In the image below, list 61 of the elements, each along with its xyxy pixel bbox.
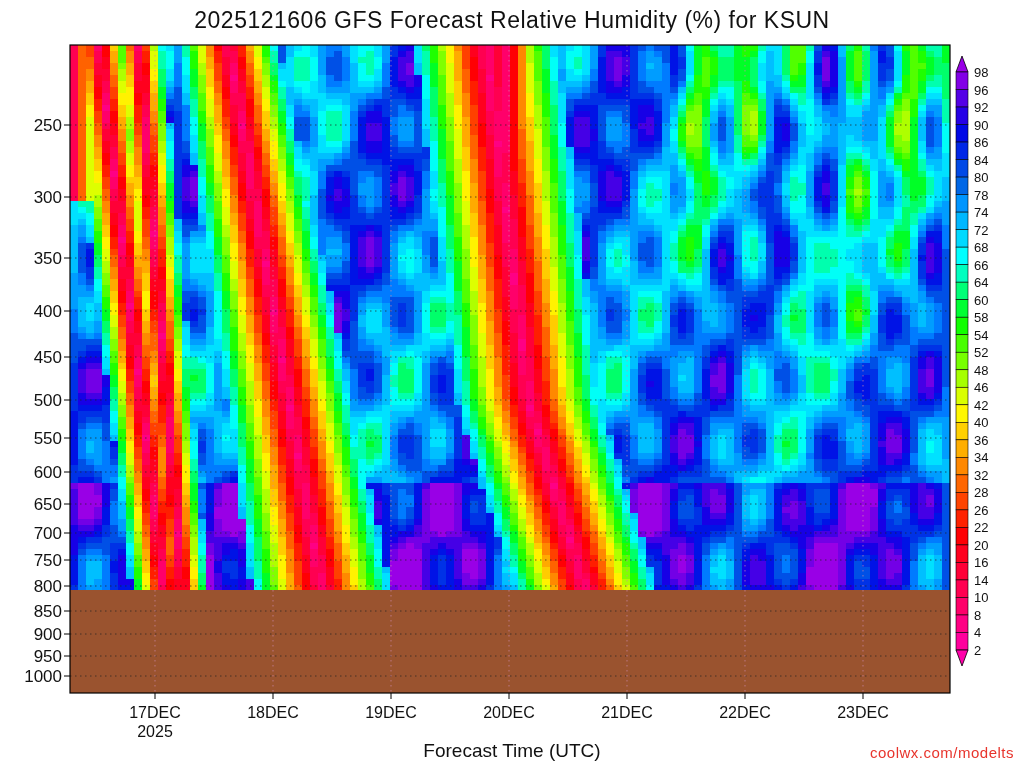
color-scale-label: 26 (974, 502, 989, 518)
color-scale-label: 84 (974, 152, 989, 168)
color-scale-label: 48 (974, 362, 989, 378)
color-scale-label: 90 (974, 117, 989, 133)
color-scale-label: 4 (974, 625, 982, 641)
color-scale-label: 60 (974, 292, 989, 308)
x-tick-label: 20DEC (483, 704, 535, 721)
x-axis-title: Forecast Time (UTC) (423, 740, 601, 761)
color-scale-label: 34 (974, 450, 989, 466)
y-tick-label: 750 (33, 551, 62, 570)
y-tick-label: 450 (33, 348, 62, 367)
color-scale-label: 42 (974, 397, 989, 413)
color-scale-label: 80 (974, 170, 989, 186)
x-tick-label: 21DEC (601, 704, 653, 721)
color-scale-label: 86 (974, 135, 989, 151)
color-scale-label: 98 (974, 65, 989, 80)
color-scale-label: 92 (974, 100, 989, 116)
y-tick-label: 600 (33, 463, 62, 482)
color-scale-label: 74 (974, 205, 989, 221)
color-scale-label: 40 (974, 415, 989, 431)
color-scale-label: 66 (974, 257, 989, 273)
x-tick-label: 23DEC (837, 704, 889, 721)
color-scale-label: 78 (974, 187, 989, 203)
y-tick-label: 500 (33, 391, 62, 410)
y-tick-label: 350 (33, 249, 62, 268)
y-tick-label: 950 (33, 647, 62, 666)
y-tick-label: 400 (33, 302, 62, 321)
color-scale-label: 96 (974, 82, 989, 98)
color-scale-label: 52 (974, 345, 989, 361)
chart-title: 2025121606 GFS Forecast Relative Humidity (%) for KSUN (194, 5, 830, 34)
y-tick-label: 250 (33, 116, 62, 135)
y-tick-label: 850 (33, 602, 62, 621)
color-scale-label: 16 (974, 555, 989, 571)
color-scale-label: 22 (974, 520, 989, 536)
color-scale-label: 64 (974, 275, 989, 291)
color-scale-label: 20 (974, 537, 989, 553)
color-scale-label: 2 (974, 643, 982, 658)
y-tick-label: 800 (33, 577, 62, 596)
source-url-text: coolwx.com/modelts (869, 744, 1014, 761)
y-tick-label: 1000 (24, 667, 62, 686)
x-tick-label: 19DEC (365, 704, 417, 721)
x-tick-label: 17DEC (129, 704, 181, 721)
color-scale-label: 36 (974, 432, 989, 448)
y-tick-label: 900 (33, 625, 62, 644)
color-scale-label: 54 (974, 327, 989, 343)
color-scale-label: 28 (974, 485, 989, 501)
color-scale-label: 14 (974, 572, 989, 588)
color-scale-label: 46 (974, 380, 989, 396)
color-scale-label: 32 (974, 467, 989, 483)
color-scale-label: 68 (974, 240, 989, 256)
x-tick-label: 22DEC (719, 704, 771, 721)
year-label: 2025 (137, 723, 173, 740)
color-scale-label: 72 (974, 222, 989, 238)
y-tick-label: 700 (33, 524, 62, 543)
y-tick-label: 650 (33, 495, 62, 514)
y-tick-label: 300 (33, 188, 62, 207)
y-tick-label: 550 (33, 429, 62, 448)
color-scale-label: 58 (974, 310, 989, 326)
x-tick-label: 18DEC (247, 704, 299, 721)
color-scale-label: 10 (974, 590, 989, 606)
color-scale-label: 8 (974, 607, 982, 623)
